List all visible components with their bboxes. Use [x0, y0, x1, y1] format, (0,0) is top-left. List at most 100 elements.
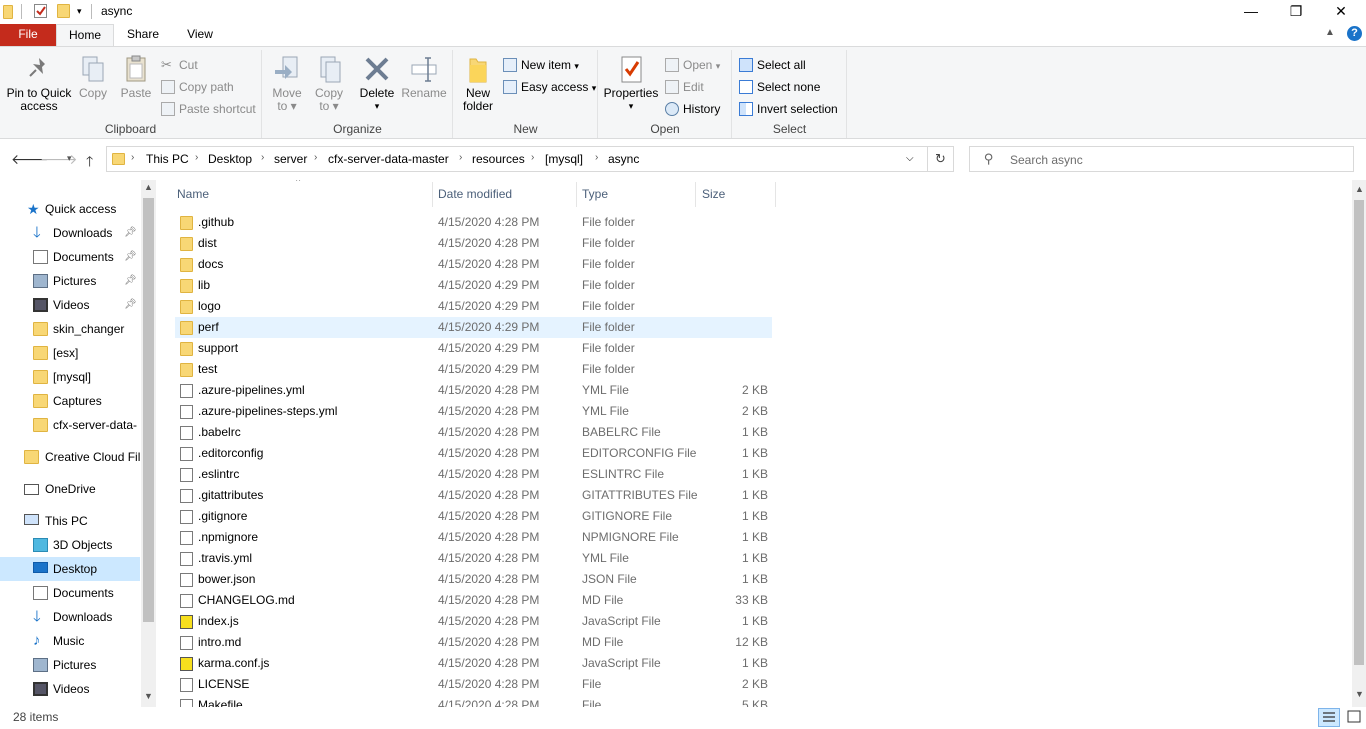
nav-item-onedrive[interactable]: OneDrive [0, 477, 140, 501]
easy-access-button[interactable]: Easy access ▾ [503, 77, 596, 97]
nav-item-desktop[interactable]: Desktop [0, 557, 140, 581]
help-icon[interactable]: ? [1347, 26, 1362, 41]
file-row[interactable]: .eslintrc 4/15/2020 4:28 PM ESLINTRC File 1… [175, 464, 772, 485]
file-row[interactable]: .azure-pipelines-steps.yml 4/15/2020 4:28… [175, 401, 772, 422]
nav-item-music[interactable]: ♪ Music [0, 629, 140, 653]
folder-row[interactable]: dist 4/15/2020 4:28 PM File folder [175, 233, 772, 254]
file-row[interactable]: .npmignore 4/15/2020 4:28 PM NPMIGNORE Fil… [175, 527, 772, 548]
breadcrumb-async[interactable]: async [608, 152, 639, 166]
nav-item-skin-changer[interactable]: skin_changer [0, 317, 140, 341]
copy-path-button[interactable]: Copy path [161, 77, 234, 97]
rename-button[interactable]: Rename [401, 54, 447, 100]
folder-row[interactable]: perf 4/15/2020 4:29 PM File folder [175, 317, 772, 338]
copy-to-button[interactable]: Copy to ▾ [311, 54, 347, 113]
select-none-button[interactable]: Select none [739, 77, 820, 97]
scroll-down-icon[interactable]: ▼ [1355, 689, 1364, 699]
maximize-button[interactable]: ❐ [1273, 0, 1319, 24]
file-row[interactable]: .gitattributes 4/15/2020 4:28 PM GITATTRIB… [175, 485, 772, 506]
file-row[interactable]: CHANGELOG.md 4/15/2020 4:28 PM MD File 33 K… [175, 590, 772, 611]
file-row[interactable]: index.js 4/15/2020 4:28 PM JavaScript File… [175, 611, 772, 632]
scroll-down-icon[interactable]: ▼ [144, 691, 153, 701]
cut-button[interactable]: ✂ Cut [161, 55, 198, 75]
folder-row[interactable]: docs 4/15/2020 4:28 PM File folder [175, 254, 772, 275]
move-to-button[interactable]: Move to ▾ [269, 54, 305, 113]
nav-item-documents[interactable]: Documents 📌︎ [0, 245, 140, 269]
invert-selection-button[interactable]: Invert selection [739, 99, 838, 119]
pin-to-quick-access-button[interactable]: Pin to Quick access [4, 54, 74, 113]
column-header-type[interactable]: Type [582, 187, 608, 201]
nav-item-mysql[interactable]: [mysql] [0, 365, 140, 389]
nav-item-this-pc[interactable]: This PC [0, 509, 140, 533]
breadcrumb-server[interactable]: server [274, 152, 307, 166]
file-row[interactable]: .babelrc 4/15/2020 4:28 PM BABELRC File 1 K… [175, 422, 772, 443]
paste-shortcut-button[interactable]: Paste shortcut [161, 99, 256, 119]
close-button[interactable]: ✕ [1318, 0, 1364, 24]
breadcrumb-this-pc[interactable]: This PC [146, 152, 189, 166]
nav-item-creative-cloud[interactable]: Creative Cloud Fil [0, 445, 140, 469]
tab-share[interactable]: Share [114, 24, 172, 46]
scroll-up-icon[interactable]: ▲ [144, 182, 153, 192]
breadcrumb-cfx-server-data-master[interactable]: cfx-server-data-master [328, 152, 449, 166]
nav-item-downloads[interactable]: 🡓 Downloads 📌︎ [0, 221, 140, 245]
file-list-scrollbar[interactable]: ▲ ▼ [1352, 180, 1366, 707]
breadcrumb-separator-icon[interactable]: › [131, 152, 134, 163]
delete-button[interactable]: Delete ▾ [357, 54, 397, 113]
refresh-icon[interactable]: ↻ [935, 151, 946, 167]
column-header-name[interactable]: Name [177, 187, 209, 201]
new-folder-button[interactable]: New folder [460, 54, 496, 113]
column-divider[interactable] [775, 182, 776, 207]
properties-button[interactable]: Properties ▾ [603, 54, 659, 113]
breadcrumb-mysql[interactable]: [mysql] [545, 152, 583, 166]
nav-item-cfx-server-data[interactable]: cfx-server-data- [0, 413, 140, 437]
new-folder-icon[interactable] [57, 4, 70, 18]
customize-qat-icon[interactable]: ▾ [77, 6, 82, 17]
details-view-icon[interactable] [1318, 708, 1340, 727]
nav-item-videos-pc[interactable]: Videos [0, 677, 140, 701]
breadcrumb-separator-icon[interactable]: › [314, 152, 317, 163]
paste-button[interactable]: Paste [118, 54, 154, 100]
recent-locations-chevron-icon[interactable]: ▾ [67, 153, 72, 164]
delete-dropdown-icon[interactable]: ▾ [357, 100, 397, 113]
scrollbar-thumb[interactable] [1354, 200, 1364, 665]
edit-button[interactable]: Edit [665, 77, 704, 97]
title-bar[interactable]: ▾ async — ❐ ✕ [0, 0, 1366, 24]
tab-file[interactable]: File [0, 24, 56, 46]
folder-row[interactable]: support 4/15/2020 4:29 PM File folder [175, 338, 772, 359]
nav-item-downloads-pc[interactable]: 🡓 Downloads [0, 605, 140, 629]
file-list[interactable]: ^ Name Date modified Type Size .github 4/… [158, 180, 1352, 707]
nav-item-3d-objects[interactable]: 3D Objects [0, 533, 140, 557]
column-divider[interactable] [695, 182, 696, 207]
column-divider[interactable] [576, 182, 577, 207]
nav-item-pictures[interactable]: Pictures 📌︎ [0, 269, 140, 293]
file-row[interactable]: .azure-pipelines.yml 4/15/2020 4:28 PM YML… [175, 380, 772, 401]
nav-scrollbar[interactable]: ▲ ▼ [141, 180, 156, 707]
select-all-button[interactable]: Select all [739, 55, 806, 75]
large-icons-view-icon[interactable] [1344, 708, 1364, 727]
column-divider[interactable] [432, 182, 433, 207]
breadcrumb-separator-icon[interactable]: › [459, 152, 462, 163]
scroll-up-icon[interactable]: ▲ [1355, 184, 1364, 194]
tab-view[interactable]: View [172, 24, 228, 46]
properties-dropdown-icon[interactable]: ▾ [603, 100, 659, 113]
new-item-button[interactable]: New item ▾ [503, 55, 579, 75]
breadcrumb-separator-icon[interactable]: › [531, 152, 534, 163]
nav-item-captures[interactable]: Captures [0, 389, 140, 413]
collapse-ribbon-icon[interactable]: ▲ [1325, 27, 1335, 38]
copy-button[interactable]: Copy [76, 54, 110, 100]
file-row[interactable]: Makefile 4/15/2020 4:28 PM File 5 KB [175, 695, 772, 707]
nav-item-esx[interactable]: [esx] [0, 341, 140, 365]
breadcrumb-resources[interactable]: resources [472, 152, 525, 166]
search-box[interactable]: ⚲ Search async [969, 146, 1354, 172]
file-row[interactable]: .gitignore 4/15/2020 4:28 PM GITIGNORE Fil… [175, 506, 772, 527]
column-header-date[interactable]: Date modified [438, 187, 512, 201]
file-row[interactable]: bower.json 4/15/2020 4:28 PM JSON File 1 KB [175, 569, 772, 590]
folder-row[interactable]: logo 4/15/2020 4:29 PM File folder [175, 296, 772, 317]
column-header-size[interactable]: Size [702, 187, 725, 201]
folder-row[interactable]: .github 4/15/2020 4:28 PM File folder [175, 212, 772, 233]
folder-row[interactable]: test 4/15/2020 4:29 PM File folder [175, 359, 772, 380]
breadcrumb-desktop[interactable]: Desktop [208, 152, 252, 166]
up-arrow-icon[interactable]: 🡑 [86, 151, 93, 175]
file-row[interactable]: intro.md 4/15/2020 4:28 PM MD File 12 KB [175, 632, 772, 653]
history-button[interactable]: History [665, 99, 720, 119]
properties-check-icon[interactable] [34, 4, 47, 18]
